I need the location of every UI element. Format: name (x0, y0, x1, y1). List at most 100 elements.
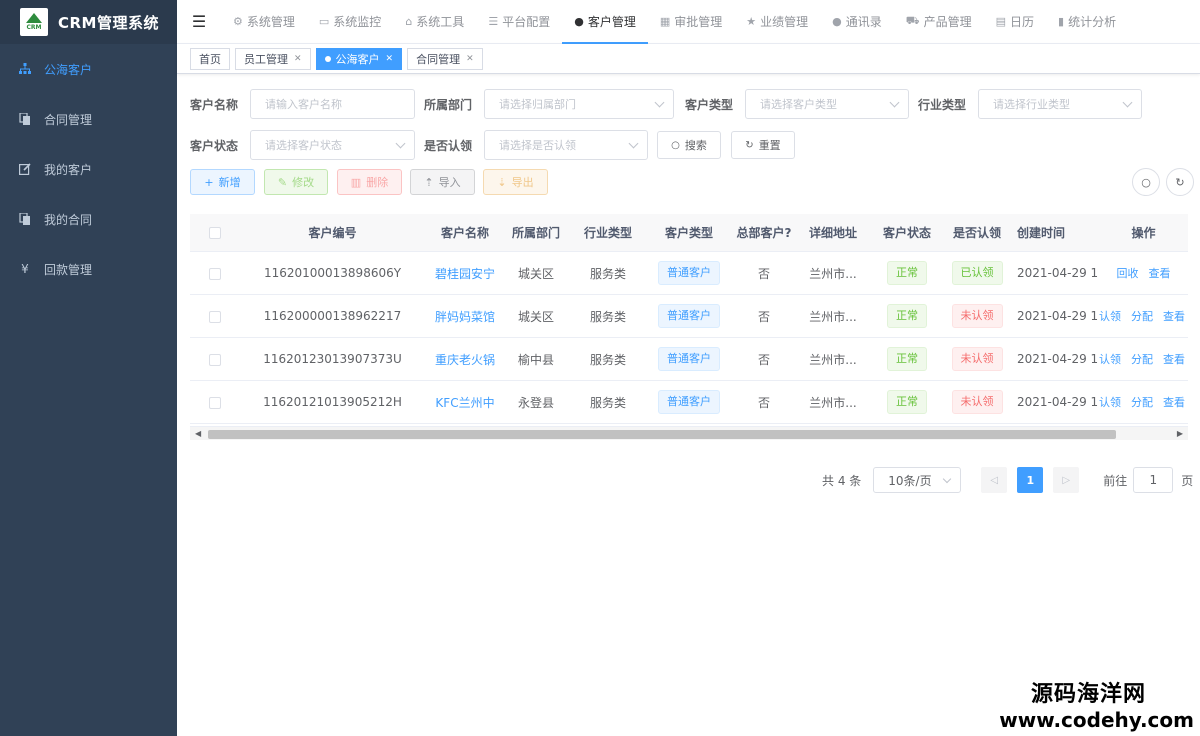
header-type[interactable]: 客户类型 (649, 224, 729, 241)
cell-name-link[interactable]: 重庆老火锅 (425, 351, 505, 368)
table-row[interactable]: 11620123013907373U 重庆老火锅 榆中县 服务类 普通客户 否 … (190, 338, 1188, 381)
reset-button[interactable]: ↻ 重置 (731, 131, 795, 159)
topnav-system-monitor[interactable]: ▭ 系统监控 (307, 0, 393, 44)
toggle-search-button[interactable]: ○ (1132, 168, 1160, 196)
logo-area[interactable]: CRM CRM管理系统 (0, 0, 177, 44)
header-industry[interactable]: 行业类型 (567, 224, 649, 241)
topnav-customer-management[interactable]: ● 客户管理 (562, 0, 648, 44)
cell-name-link[interactable]: 胖妈妈菜馆 (425, 308, 505, 325)
search-button[interactable]: ○ 搜索 (657, 131, 721, 159)
table-row[interactable]: 11620121013905212H KFC兰州中 永登县 服务类 普通客户 否… (190, 381, 1188, 424)
close-icon[interactable]: ✕ (294, 54, 302, 64)
goto-page-input[interactable]: 1 (1133, 467, 1174, 493)
header-dept[interactable]: 所属部门 (505, 224, 567, 241)
scroll-left-icon[interactable]: ◀ (195, 429, 201, 438)
page-size-select[interactable]: 10条/页 (873, 467, 962, 493)
page-suffix: 页 (1181, 473, 1194, 488)
table-row[interactable]: 11620100013898606Y 碧桂园安宁 城关区 服务类 普通客户 否 … (190, 252, 1188, 295)
claim-link[interactable]: 认领 (1099, 353, 1121, 366)
claim-link[interactable]: 认领 (1099, 310, 1121, 323)
sidebar-item-my-contracts[interactable]: 我的合同 (0, 194, 177, 244)
next-page-button[interactable]: ▷ (1053, 467, 1080, 493)
page-number-current[interactable]: 1 (1017, 467, 1044, 493)
recycle-link[interactable]: 回收 (1117, 267, 1139, 280)
status-select[interactable]: 请选择客户状态 (250, 130, 415, 160)
sidebar-item-my-customers[interactable]: 我的客户 (0, 144, 177, 194)
view-link[interactable]: 查看 (1163, 353, 1185, 366)
refresh-icon: ↻ (745, 139, 754, 151)
customer-type-label: 客户类型 (685, 97, 734, 112)
recognized-select[interactable]: 请选择是否认领 (484, 130, 648, 160)
scroll-right-icon[interactable]: ▶ (1177, 429, 1183, 438)
close-icon[interactable]: ✕ (466, 54, 474, 64)
tag-public-customers[interactable]: 公海客户 ✕ (315, 47, 403, 70)
chevron-down-icon (889, 97, 900, 108)
chevron-down-icon (395, 138, 406, 149)
header-name[interactable]: 客户名称 (425, 224, 505, 241)
import-button[interactable]: ⇡ 导入 (410, 169, 475, 195)
topnav-performance-management[interactable]: ★ 业绩管理 (734, 0, 820, 44)
cell-ops: 认领 分配 查看 (1099, 394, 1188, 410)
header-status[interactable]: 客户状态 (867, 224, 947, 241)
topnav-system-management[interactable]: ⚙ 系统管理 (221, 0, 307, 44)
cell-dept: 城关区 (517, 309, 554, 324)
button-label: 删除 (366, 176, 389, 189)
page-size-value: 10条/页 (888, 473, 932, 488)
topnav-label: 业绩管理 (760, 15, 809, 29)
header-hq[interactable]: 总部客户? (729, 224, 799, 241)
download-icon: ⇣ (497, 175, 507, 189)
horizontal-scrollbar[interactable]: ◀ ▶ (190, 426, 1188, 440)
scrollbar-thumb[interactable] (208, 430, 1116, 439)
view-link[interactable]: 查看 (1163, 396, 1185, 409)
topnav-contacts[interactable]: ● 通讯录 (820, 0, 894, 44)
type-badge: 普通客户 (658, 347, 720, 371)
sidebar-item-contracts[interactable]: 合同管理 (0, 94, 177, 144)
header-code[interactable]: 客户编号 (240, 224, 425, 241)
sidebar-item-label: 我的客户 (44, 162, 93, 177)
row-checkbox[interactable] (209, 396, 221, 409)
assign-link[interactable]: 分配 (1131, 310, 1153, 323)
watermark-line-1: 源码海洋网 (1030, 682, 1146, 707)
refresh-button[interactable]: ↻ (1166, 168, 1194, 196)
department-select[interactable]: 请选择归属部门 (484, 89, 674, 119)
add-button[interactable]: + 新增 (190, 169, 255, 195)
assign-link[interactable]: 分配 (1131, 396, 1153, 409)
topnav-system-tools[interactable]: ⌂ 系统工具 (393, 0, 476, 44)
topnav-platform-config[interactable]: ☰ 平台配置 (476, 0, 562, 44)
topnav-product-management[interactable]: ⛟ 产品管理 (894, 0, 984, 44)
assign-link[interactable]: 分配 (1131, 353, 1153, 366)
export-button[interactable]: ⇣ 导出 (483, 169, 548, 195)
cell-name-link[interactable]: KFC兰州中 (425, 394, 505, 411)
customer-name-input[interactable]: 请输入客户名称 (250, 89, 415, 119)
topnav-approval-management[interactable]: ▦ 审批管理 (648, 0, 734, 44)
hamburger-icon[interactable]: ☰ (177, 12, 221, 31)
tag-contract-management[interactable]: 合同管理 ✕ (407, 47, 483, 70)
topnav-calendar[interactable]: ▤ 日历 (984, 0, 1046, 44)
cell-name-link[interactable]: 碧桂园安宁 (425, 265, 505, 282)
select-all-checkbox[interactable] (209, 227, 221, 239)
tag-home[interactable]: 首页 (190, 47, 230, 70)
topnav-label: 产品管理 (923, 15, 972, 29)
claim-link[interactable]: 认领 (1099, 396, 1121, 409)
recognized-badge: 未认领 (951, 304, 1003, 328)
row-checkbox[interactable] (209, 353, 221, 366)
industry-select[interactable]: 请选择行业类型 (978, 89, 1142, 119)
view-link[interactable]: 查看 (1149, 267, 1171, 280)
edit-button[interactable]: ✎ 修改 (264, 169, 328, 195)
customer-type-select[interactable]: 请选择客户类型 (745, 89, 909, 119)
header-created[interactable]: 创建时间 (1007, 224, 1099, 241)
header-address[interactable]: 详细地址 (799, 224, 867, 241)
row-checkbox[interactable] (209, 267, 221, 280)
delete-button[interactable]: ▥ 删除 (337, 169, 402, 195)
close-icon[interactable]: ✕ (386, 54, 394, 64)
topnav-statistics[interactable]: ▮ 统计分析 (1046, 0, 1128, 44)
table-row[interactable]: 116200000138962217 胖妈妈菜馆 城关区 服务类 普通客户 否 … (190, 295, 1188, 338)
tag-employee-management[interactable]: 员工管理 ✕ (235, 47, 311, 70)
prev-page-button[interactable]: ◁ (981, 467, 1008, 493)
placeholder: 请选择客户类型 (760, 98, 837, 111)
sidebar-item-public-customers[interactable]: 公海客户 (0, 44, 177, 94)
row-checkbox[interactable] (209, 310, 221, 323)
sidebar-item-payments[interactable]: ¥ 回款管理 (0, 244, 177, 294)
view-link[interactable]: 查看 (1163, 310, 1185, 323)
header-recognized[interactable]: 是否认领 (947, 224, 1007, 241)
